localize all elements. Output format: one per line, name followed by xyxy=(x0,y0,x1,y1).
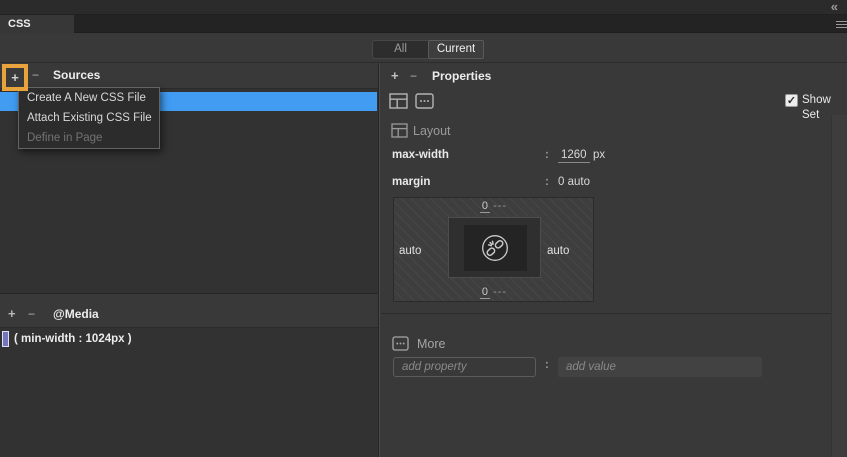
media-title: @Media xyxy=(53,301,99,327)
layout-icon xyxy=(391,123,408,138)
panel-menu-icon[interactable] xyxy=(836,21,847,30)
more-category-icon[interactable] xyxy=(415,93,435,110)
margin-bottom-control[interactable]: 0 --- xyxy=(394,286,593,298)
max-width-value[interactable]: 1260 xyxy=(558,149,590,163)
tab-bar: CSS Designer xyxy=(0,15,847,33)
panel-title-bar xyxy=(0,0,847,15)
remove-media-query-button[interactable]: − xyxy=(28,301,35,327)
divider xyxy=(0,293,378,294)
colon-separator: : xyxy=(545,359,549,371)
sources-title: Sources xyxy=(53,63,100,88)
add-media-query-button[interactable]: + xyxy=(8,301,16,327)
element-box xyxy=(448,217,541,278)
divider xyxy=(381,313,847,314)
add-css-source-button[interactable]: + xyxy=(2,64,28,91)
property-name-margin: margin xyxy=(392,176,430,188)
remove-css-source-button[interactable]: − xyxy=(32,63,39,88)
toggle-all-button[interactable]: All xyxy=(372,40,428,59)
scrollbar-track[interactable] xyxy=(831,115,847,457)
show-set-checkbox[interactable]: ✓ xyxy=(785,94,798,107)
layout-section-title: Layout xyxy=(413,124,451,138)
properties-pane: + − Properties ✓ Show Set xyxy=(381,63,847,457)
media-query-tag-icon xyxy=(2,331,9,347)
layout-category-icon[interactable] xyxy=(389,93,409,110)
more-icon xyxy=(392,336,409,351)
add-property-button[interactable]: + xyxy=(391,63,399,89)
colon-separator: : xyxy=(545,149,549,161)
check-icon: ✓ xyxy=(787,95,796,107)
margin-box-diagram: 0 --- auto auto xyxy=(393,197,594,302)
unlink-values-icon[interactable] xyxy=(480,233,510,263)
toggle-current-button[interactable]: Current xyxy=(428,40,484,59)
margin-right-value[interactable]: auto xyxy=(547,245,569,257)
pane-divider[interactable] xyxy=(378,63,380,457)
sources-media-pane: + − Sources Create A New CSS File Attach… xyxy=(0,63,378,457)
margin-bottom-value[interactable]: 0 xyxy=(480,286,490,299)
margin-top-control[interactable]: 0 --- xyxy=(394,200,593,212)
margin-top-dashes: --- xyxy=(493,200,507,212)
collapse-panel-icon[interactable]: « xyxy=(831,0,837,14)
add-source-menu: Create A New CSS File Attach Existing CS… xyxy=(18,87,160,149)
property-name-max-width: max-width xyxy=(392,149,449,161)
media-list: ( min-width : 1024px ) xyxy=(0,327,378,457)
media-query-label: ( min-width : 1024px ) xyxy=(14,330,132,349)
margin-value[interactable]: 0 auto xyxy=(558,176,590,188)
tab-css-designer[interactable]: CSS Designer xyxy=(0,15,74,33)
add-value-input[interactable] xyxy=(558,357,762,377)
sources-header: + − Sources xyxy=(0,63,378,88)
layout-section-header: Layout xyxy=(391,123,408,139)
more-section-title: More xyxy=(417,337,445,351)
colon-separator: : xyxy=(545,176,549,188)
remove-property-button[interactable]: − xyxy=(410,63,417,89)
max-width-unit[interactable]: px xyxy=(593,149,605,161)
properties-title: Properties xyxy=(432,63,491,89)
media-query-row[interactable]: ( min-width : 1024px ) xyxy=(0,330,378,349)
margin-left-value[interactable]: auto xyxy=(399,245,421,257)
element-inner-box xyxy=(464,225,527,271)
plus-icon: + xyxy=(6,68,24,87)
add-property-input[interactable] xyxy=(393,357,536,377)
media-header: + − @Media xyxy=(0,301,378,327)
css-designer-panel: All Current + − Sources Create A New CSS… xyxy=(0,33,847,457)
menu-item-create-new-css-file[interactable]: Create A New CSS File xyxy=(19,88,159,108)
menu-item-define-in-page: Define in Page xyxy=(19,128,159,148)
margin-bottom-dashes: --- xyxy=(493,286,507,298)
more-section-header: More xyxy=(392,336,409,353)
menu-item-attach-existing-css-file[interactable]: Attach Existing CSS File xyxy=(19,108,159,128)
margin-top-value[interactable]: 0 xyxy=(480,200,490,213)
